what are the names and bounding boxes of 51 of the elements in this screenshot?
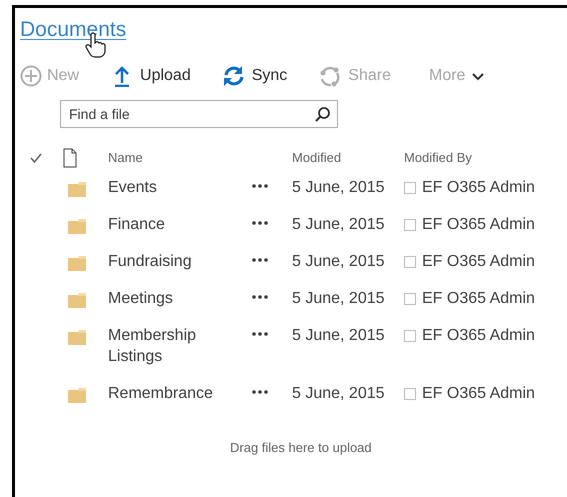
modified-by-cell-text: EF O365 Admin	[422, 252, 535, 272]
ellipsis-icon[interactable]	[252, 390, 268, 394]
plus-circle-icon	[20, 65, 42, 87]
modified-cell-text: 5 June, 2015	[292, 252, 385, 272]
folder-icon	[68, 217, 86, 234]
presence-icon	[404, 256, 416, 268]
presence-icon	[404, 388, 416, 400]
sync-button[interactable]: Sync	[222, 65, 288, 87]
presence-icon	[404, 182, 416, 194]
folder-name-link[interactable]: Fundraising	[108, 244, 192, 281]
sync-icon	[222, 65, 244, 87]
folder-name-link[interactable]: Remembrance	[108, 376, 213, 413]
column-header[interactable]: Name	[108, 146, 143, 170]
modified-cell-text: 5 June, 2015	[292, 289, 385, 309]
folder-icon	[68, 328, 86, 345]
ellipsis-icon[interactable]	[252, 221, 268, 225]
ellipsis-icon[interactable]	[252, 184, 268, 188]
search-icon	[314, 106, 330, 122]
presence-icon	[404, 330, 416, 342]
modified-cell-text: 5 June, 2015	[292, 384, 385, 404]
modified-by-cell-text: EF O365 Admin	[422, 178, 535, 198]
modified-cell-text: 5 June, 2015	[292, 178, 385, 198]
modified-cell-text: 5 June, 2015	[292, 215, 385, 235]
chevron-down-icon	[471, 71, 486, 81]
upload-button[interactable]: Upload	[112, 65, 191, 87]
modified-by-cell-text: EF O365 Admin	[422, 384, 535, 404]
folder-name-link[interactable]: Meetings	[108, 281, 173, 318]
share-icon	[318, 65, 340, 87]
folder-name-link[interactable]: Finance	[108, 207, 165, 244]
modified-by-cell-text: EF O365 Admin	[422, 289, 535, 309]
folder-icon	[68, 291, 86, 308]
presence-icon	[404, 219, 416, 231]
modified-by-cell-text: EF O365 Admin	[422, 326, 535, 346]
document-icon	[63, 148, 77, 168]
documents-link[interactable]: Documents	[20, 18, 126, 42]
folder-name-link[interactable]: Membership Listings	[108, 318, 228, 376]
ellipsis-icon[interactable]	[252, 332, 268, 336]
folder-icon	[68, 180, 86, 197]
drop-hint: Drag files here to upload	[230, 440, 373, 455]
folder-icon	[68, 254, 86, 271]
folder-name-link[interactable]: Events	[108, 170, 157, 207]
checkmark-icon	[30, 152, 42, 164]
modified-cell-text: 5 June, 2015	[292, 326, 385, 346]
search-field[interactable]: Find a file	[60, 100, 338, 128]
ellipsis-icon[interactable]	[252, 295, 268, 299]
column-header[interactable]: Modified By	[404, 146, 472, 170]
column-header[interactable]: Modified	[292, 146, 342, 170]
folder-icon	[68, 386, 86, 403]
ellipsis-icon[interactable]	[252, 258, 268, 262]
presence-icon	[404, 293, 416, 305]
modified-by-cell-text: EF O365 Admin	[422, 215, 535, 235]
